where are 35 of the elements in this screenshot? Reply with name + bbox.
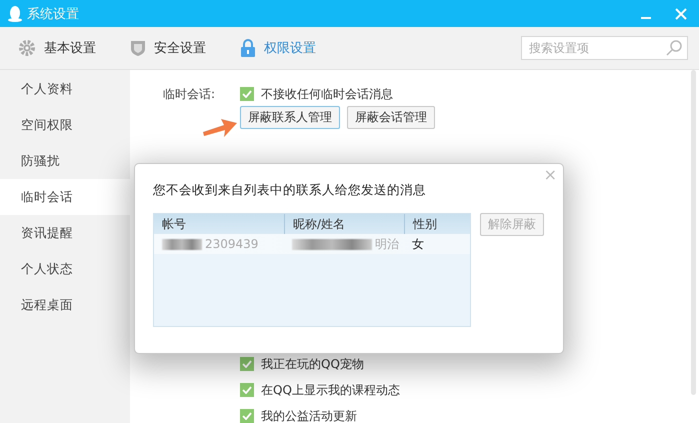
penguin-icon <box>8 5 22 22</box>
option-label: 我正在玩的QQ宠物 <box>261 356 364 372</box>
checkbox[interactable] <box>240 409 254 423</box>
dialog-message: 您不会收到来自列表中的联系人给您发送的消息 <box>153 182 427 199</box>
table-cell-text: 女 <box>411 236 425 252</box>
manage-button[interactable]: 屏蔽联系人管理 <box>240 106 340 129</box>
sidebar-item[interactable]: 资讯提醒 <box>0 215 130 251</box>
gear-icon <box>18 39 36 57</box>
checkbox[interactable] <box>240 383 254 397</box>
option-label: 在QQ上显示我的课程动态 <box>261 382 400 398</box>
redaction-block <box>162 238 202 250</box>
checkbox[interactable] <box>240 357 254 371</box>
account-text: 2309439 <box>205 237 258 251</box>
sidebar-item[interactable]: 个人资料 <box>0 71 130 107</box>
window-title: 系统设置 <box>27 6 80 22</box>
search-icon[interactable] <box>666 40 682 56</box>
close-icon[interactable] <box>675 8 687 20</box>
sidebar-item[interactable]: 个人状态 <box>0 251 130 287</box>
option-label: 我的公益活动更新 <box>261 408 357 423</box>
sidebar-item[interactable]: 临时会话 <box>0 179 130 215</box>
sidebar-item[interactable]: 防骚扰 <box>0 143 130 179</box>
scrollbar[interactable] <box>691 70 696 395</box>
lock-icon <box>240 39 256 57</box>
toolbar-tab[interactable]: 基本设置 <box>18 39 96 57</box>
section-label: 临时会话: <box>163 86 216 103</box>
column-header[interactable]: 帐号 <box>154 214 284 234</box>
sidebar-item[interactable]: 远程桌面 <box>0 287 130 323</box>
search-field[interactable]: 搜索设置项 <box>521 36 688 60</box>
sidebar-item[interactable]: 空间权限 <box>0 107 130 143</box>
checkbox[interactable] <box>240 87 254 101</box>
option-label: 不接收任何临时会话消息 <box>261 86 393 102</box>
shield-icon <box>130 39 146 57</box>
name-text: 明治 <box>375 236 399 252</box>
toolbar-tab[interactable]: 安全设置 <box>130 39 206 57</box>
manage-button[interactable]: 屏蔽会话管理 <box>347 106 435 129</box>
